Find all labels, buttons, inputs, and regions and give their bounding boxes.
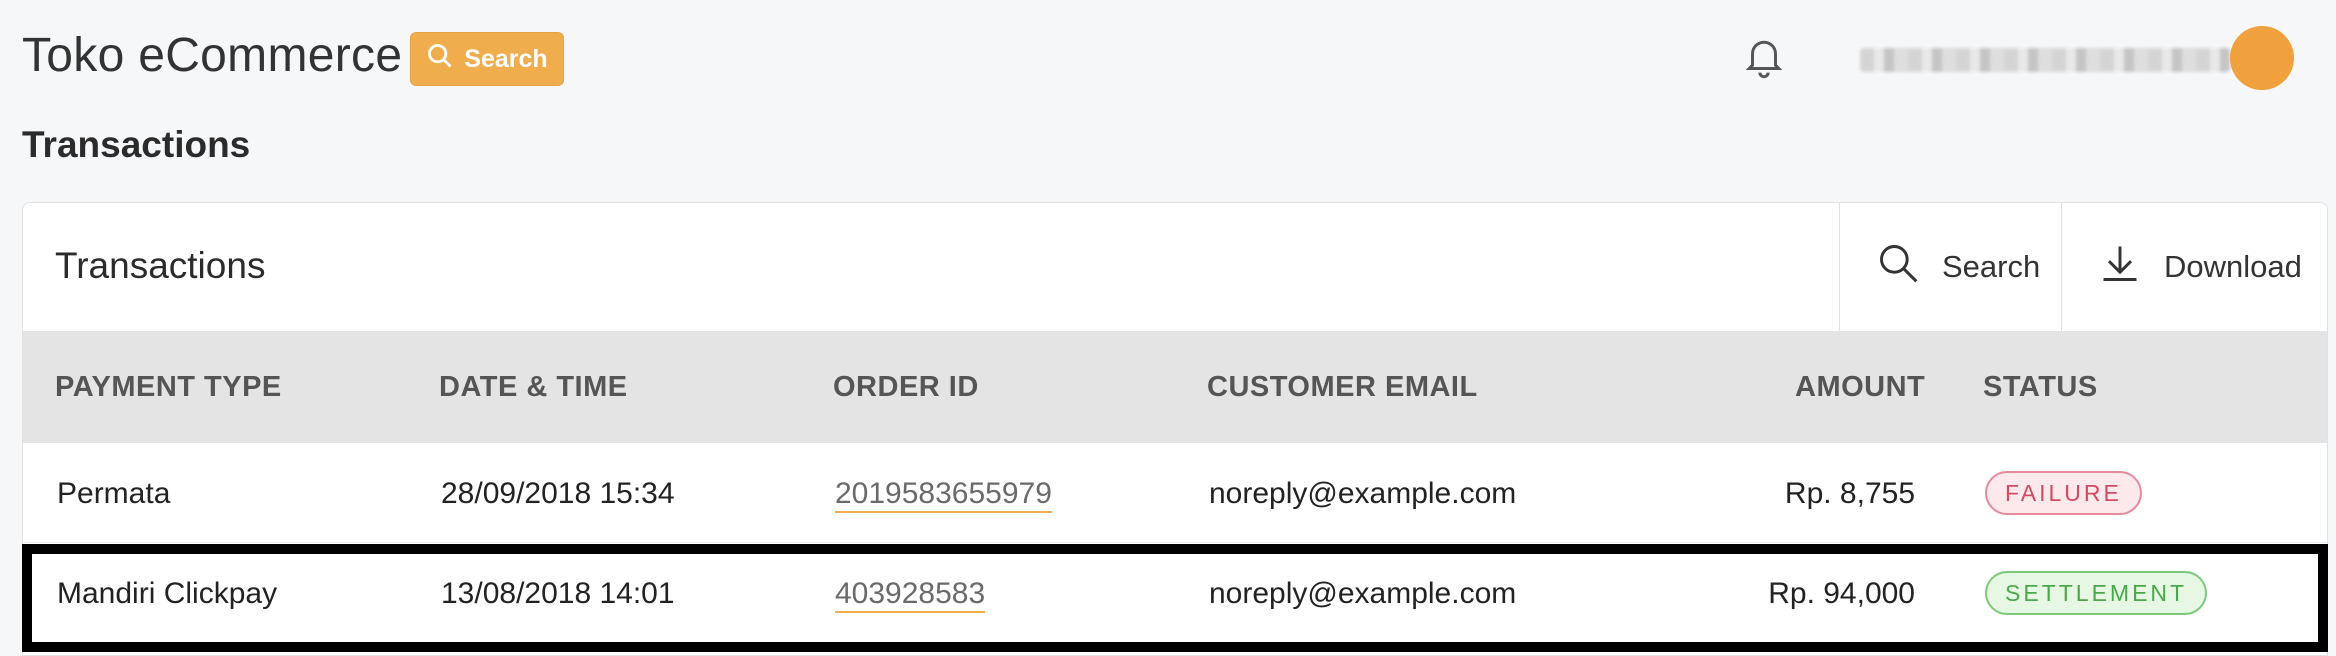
- column-header-order-id[interactable]: ORDER ID: [833, 371, 979, 404]
- status-badge: FAILURE: [1985, 471, 2142, 515]
- table-row[interactable]: Mandiri Clickpay 13/08/2018 14:01 403928…: [23, 543, 2327, 643]
- card-title: Transactions: [55, 245, 266, 286]
- download-button[interactable]: Download: [2061, 203, 2327, 331]
- global-search-button[interactable]: Search: [410, 32, 564, 86]
- amount-cell: Rp. 8,755: [1784, 477, 1915, 510]
- app-title: Toko eCommerce: [22, 29, 403, 82]
- column-header-amount[interactable]: AMOUNT: [1795, 371, 1925, 404]
- table-row[interactable]: Permata 28/09/2018 15:34 2019583655979 n…: [23, 443, 2327, 543]
- email-cell: noreply@example.com: [1209, 477, 1517, 510]
- datetime-cell: 28/09/2018 15:34: [441, 477, 675, 510]
- email-cell: noreply@example.com: [1209, 577, 1517, 610]
- table-header: PAYMENT TYPE DATE & TIME ORDER ID CUSTOM…: [23, 331, 2327, 443]
- download-icon: [2098, 241, 2142, 293]
- table-search-label: Search: [1942, 249, 2041, 284]
- download-label: Download: [2164, 249, 2302, 284]
- top-bar: Toko eCommerce Search: [0, 0, 2336, 118]
- global-search-label: Search: [464, 44, 548, 73]
- transactions-card: Transactions Search Download PAYMENT TYP…: [22, 202, 2328, 656]
- page-title: Transactions: [22, 124, 251, 165]
- column-header-payment-type[interactable]: PAYMENT TYPE: [55, 371, 282, 404]
- datetime-cell: 13/08/2018 14:01: [441, 577, 675, 610]
- order-id-link[interactable]: 2019583655979: [835, 477, 1052, 513]
- column-header-customer-email[interactable]: CUSTOMER EMAIL: [1207, 371, 1478, 404]
- table-search-button[interactable]: Search: [1839, 203, 2061, 331]
- payment-type-cell: Mandiri Clickpay: [57, 577, 278, 610]
- payment-type-cell: Permata: [57, 477, 171, 510]
- avatar[interactable]: [2230, 26, 2294, 90]
- card-header: Transactions Search Download: [23, 203, 2327, 331]
- column-header-status[interactable]: STATUS: [1983, 371, 2098, 404]
- column-header-date-time[interactable]: DATE & TIME: [439, 371, 628, 404]
- search-icon: [1876, 241, 1920, 293]
- amount-cell: Rp. 94,000: [1768, 577, 1915, 610]
- bell-icon[interactable]: [1744, 34, 1784, 80]
- search-icon: [426, 42, 454, 77]
- status-badge: SETTLEMENT: [1985, 571, 2208, 615]
- order-id-link[interactable]: 403928583: [835, 577, 986, 613]
- user-name[interactable]: [1860, 48, 2230, 72]
